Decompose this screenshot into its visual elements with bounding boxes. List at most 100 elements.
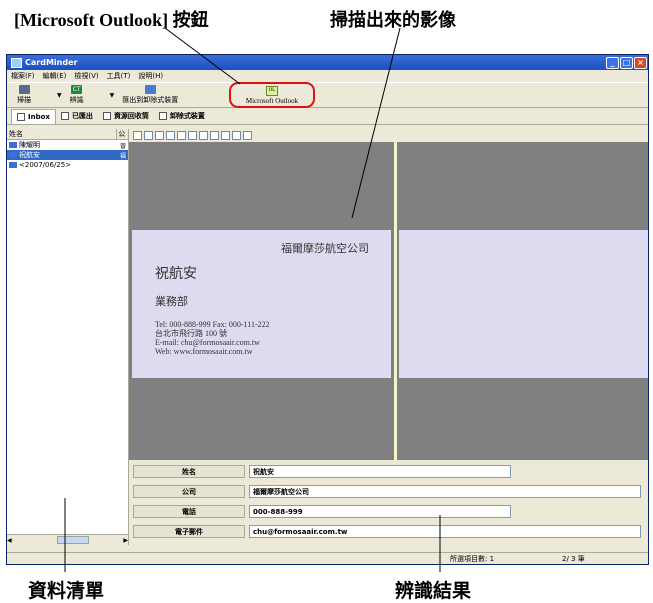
export-label: 匯出到卸除式裝置 <box>122 96 179 104</box>
list-item-company: 福 <box>119 152 126 160</box>
status-selected-count: 所選項目數: 1 <box>450 555 495 563</box>
card-company: 福爾摩莎航空公司 <box>281 243 369 255</box>
list-header: 姓名 公 <box>7 129 128 140</box>
recognize-button[interactable]: CT 辨識 <box>70 85 84 105</box>
scroll-left-icon[interactable]: ◀ <box>7 537 12 544</box>
list-hscrollbar[interactable]: ◀ ▶ <box>7 534 128 545</box>
toolbar: 掃描 ▼ CT 辨識 ▼ 匯出到卸除式裝置 <box>7 82 648 108</box>
list-item-name: <2007/06/25> <box>19 161 72 169</box>
exported-icon <box>60 112 69 120</box>
tab-removable-device-label: 卸除式裝置 <box>169 112 205 120</box>
callout-outlook-button: [Microsoft Outlook] 按鈕 <box>14 10 209 30</box>
list-item-name: 陳耀明 <box>19 141 40 149</box>
image-toolbar <box>129 129 648 142</box>
scan-dropdown-icon[interactable]: ▼ <box>57 92 62 99</box>
both-sides-icon[interactable] <box>232 131 241 140</box>
card-details: Tel: 000-888-999 Fax: 000-111-222 台北市飛行路… <box>155 320 270 356</box>
card-phone-line: Tel: 000-888-999 Fax: 000-111-222 <box>155 320 270 329</box>
scanner-icon <box>18 85 30 94</box>
list-header-company[interactable]: 公 <box>117 129 128 139</box>
flip-icon[interactable] <box>155 131 164 140</box>
status-page-indicator: 2/ 3 筆 <box>562 555 585 563</box>
view-mode-icon[interactable] <box>199 131 208 140</box>
card-web-line: Web: www.formosaair.com.tw <box>155 347 253 356</box>
recognition-result-panel: 姓名 祝航安 公司 福爾摩莎航空公司 電話 000-888-999 電子郵件 c… <box>129 460 648 545</box>
zoom-in-icon[interactable] <box>166 131 175 140</box>
menu-view[interactable]: 檢視(V) <box>74 71 98 81</box>
menu-edit[interactable]: 編輯(E) <box>43 71 67 81</box>
removable-device-icon <box>158 112 167 120</box>
minimize-icon[interactable]: _ <box>606 56 619 69</box>
rotate-right-icon[interactable] <box>144 131 153 140</box>
export-device-button[interactable]: 匯出到卸除式裝置 <box>122 85 178 105</box>
rotate-left-icon[interactable] <box>133 131 142 140</box>
business-card-back <box>399 230 648 378</box>
field-value-email[interactable]: chu@formosaair.com.tw <box>249 524 641 538</box>
recycle-bin-icon <box>102 112 111 120</box>
list-item-name: 祝航安 <box>19 151 40 159</box>
tab-inbox[interactable]: Inbox <box>11 108 56 124</box>
viewer-splitter[interactable] <box>394 142 397 460</box>
tab-recycle-bin[interactable]: 資源回收筒 <box>98 109 154 123</box>
field-row-phone: 電話 000-888-999 <box>133 504 511 518</box>
menu-bar: 檔案(F) 編輯(E) 檢視(V) 工具(T) 說明(H) <box>7 70 648 82</box>
callout-recognition-result: 辨識結果 <box>395 581 472 602</box>
list-header-name[interactable]: 姓名 <box>7 129 118 139</box>
scroll-thumb[interactable] <box>56 536 89 544</box>
field-label-name: 姓名 <box>133 464 245 478</box>
tab-recycle-bin-label: 資源回收筒 <box>113 112 149 120</box>
close-icon[interactable]: × <box>634 56 647 69</box>
tab-exported-label: 已匯出 <box>71 112 93 120</box>
card-icon <box>9 152 17 158</box>
field-label-company: 公司 <box>133 484 245 498</box>
scan-label: 掃描 <box>17 96 31 104</box>
cardminder-window: CardMinder _ □ × 檔案(F) 編輯(E) 檢視(V) 工具(T)… <box>6 54 649 565</box>
tab-inbox-label: Inbox <box>28 112 50 121</box>
business-card-front: 福爾摩莎航空公司 祝航安 業務部 Tel: 000-888-999 Fax: 0… <box>132 230 391 378</box>
outlook-label: Microsoft Outlook <box>245 96 299 105</box>
tab-bar: Inbox 已匯出 資源回收筒 卸除式裝置 <box>7 108 648 125</box>
field-value-phone[interactable]: 000-888-999 <box>249 504 511 518</box>
window-title: CardMinder <box>25 58 78 67</box>
list-item[interactable]: 陳耀明 晉 <box>7 140 128 150</box>
callout-data-list: 資料清單 <box>28 581 105 602</box>
copy-icon[interactable] <box>243 131 252 140</box>
field-row-company: 公司 福爾摩莎航空公司 <box>133 484 641 498</box>
front-side-icon[interactable] <box>210 131 219 140</box>
field-label-phone: 電話 <box>133 504 245 518</box>
back-side-icon[interactable] <box>221 131 230 140</box>
scroll-right-icon[interactable]: ▶ <box>123 537 128 544</box>
card-email-line: E-mail: chu@formosaair.com.tw <box>155 338 260 347</box>
export-device-icon <box>144 85 156 94</box>
scan-button[interactable]: 掃描 <box>17 85 31 105</box>
card-department: 業務部 <box>155 296 188 308</box>
callout-scanned-image: 掃描出來的影像 <box>330 10 456 30</box>
tab-exported[interactable]: 已匯出 <box>56 109 98 123</box>
field-row-name: 姓名 祝航安 <box>133 464 511 478</box>
field-value-name[interactable]: 祝航安 <box>249 464 511 478</box>
recognize-dropdown-icon[interactable]: ▼ <box>110 92 115 99</box>
menu-file[interactable]: 檔案(F) <box>11 71 35 81</box>
tab-removable-device[interactable]: 卸除式裝置 <box>154 109 210 123</box>
scanned-image-viewer: 福爾摩莎航空公司 祝航安 業務部 Tel: 000-888-999 Fax: 0… <box>129 142 648 460</box>
list-item-company: 晉 <box>119 142 126 150</box>
title-bar: CardMinder _ □ × <box>7 55 648 70</box>
zoom-out-icon[interactable] <box>177 131 186 140</box>
recognize-label: 辨識 <box>69 96 84 104</box>
maximize-icon[interactable]: □ <box>620 56 633 69</box>
app-icon <box>11 57 22 68</box>
crop-icon[interactable] <box>188 131 197 140</box>
list-item-selected[interactable]: 祝航安 福 <box>7 150 128 160</box>
card-list-pane: 姓名 公 陳耀明 晉 祝航安 福 <2007/06/25> ◀ ▶ <box>7 129 129 545</box>
folder-icon <box>9 162 17 168</box>
field-value-company[interactable]: 福爾摩莎航空公司 <box>249 484 641 498</box>
inbox-icon <box>17 112 25 121</box>
status-bar: 所選項目數: 1 2/ 3 筆 <box>7 552 648 564</box>
menu-help[interactable]: 說明(H) <box>138 71 163 81</box>
microsoft-outlook-button[interactable]: OL Microsoft Outlook <box>229 82 315 108</box>
field-row-email: 電子郵件 chu@formosaair.com.tw <box>133 524 641 538</box>
recognize-icon: CT <box>71 85 83 94</box>
menu-tools[interactable]: 工具(T) <box>107 71 131 81</box>
list-item-group[interactable]: <2007/06/25> <box>7 160 128 170</box>
card-icon <box>9 142 17 148</box>
